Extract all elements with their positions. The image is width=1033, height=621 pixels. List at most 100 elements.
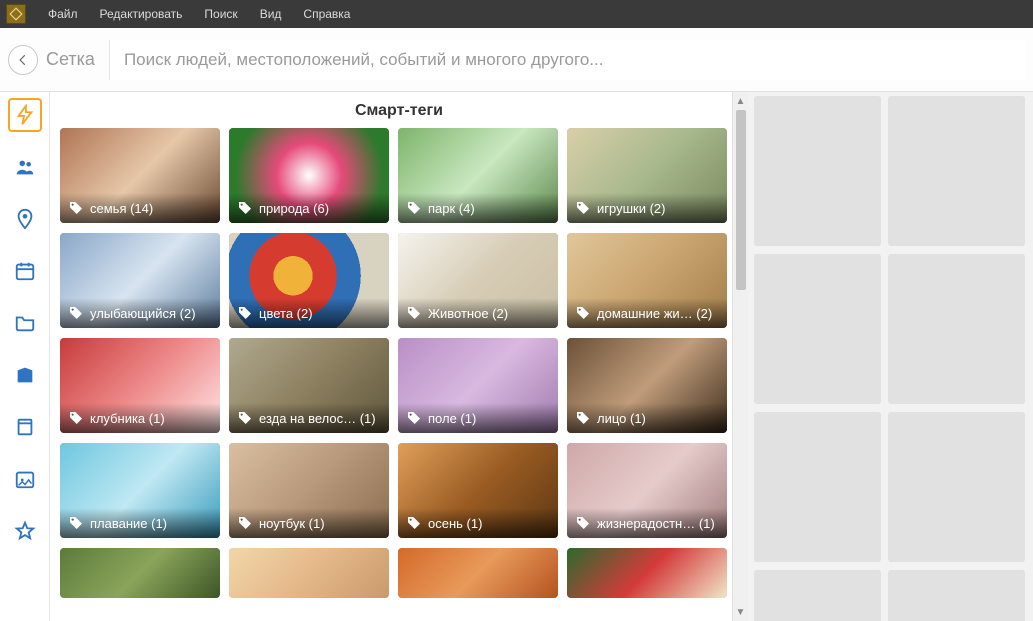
tag-icon xyxy=(237,305,253,321)
tag-icon xyxy=(237,410,253,426)
tag-overlay: лицо (1) xyxy=(567,403,727,433)
tag-icon xyxy=(575,410,591,426)
sidebar-item-people[interactable] xyxy=(8,150,42,184)
header: Сетка xyxy=(0,28,1033,92)
tag-card[interactable] xyxy=(567,548,727,598)
star-icon xyxy=(14,520,36,542)
tag-label: игрушки (2) xyxy=(597,201,665,216)
tag-card[interactable]: поле (1) xyxy=(398,338,558,433)
smart-tags-panel: Смарт-теги семья (14) природа (6) парк (4)… xyxy=(50,92,748,621)
menu-view[interactable]: Вид xyxy=(250,3,292,25)
sidebar-item-events[interactable] xyxy=(8,462,42,496)
bg-thumb xyxy=(888,96,1025,246)
tag-card[interactable]: природа (6) xyxy=(229,128,389,223)
app-logo-icon xyxy=(9,7,23,21)
bg-thumb xyxy=(754,570,881,621)
tag-card[interactable]: плавание (1) xyxy=(60,443,220,538)
tag-label: плавание (1) xyxy=(90,516,167,531)
menu-help[interactable]: Справка xyxy=(293,3,360,25)
scroll-thumb[interactable] xyxy=(736,110,746,290)
main: Смарт-теги семья (14) природа (6) парк (4)… xyxy=(0,92,1033,621)
tag-card[interactable]: Животное (2) xyxy=(398,233,558,328)
tag-icon xyxy=(406,200,422,216)
menu-bar: Файл Редактировать Поиск Вид Справка xyxy=(0,0,1033,28)
search-input[interactable] xyxy=(109,40,1025,80)
tag-overlay: поле (1) xyxy=(398,403,558,433)
tag-label: улыбающийся (2) xyxy=(90,306,196,321)
tag-overlay: природа (6) xyxy=(229,193,389,223)
tag-icon xyxy=(68,305,84,321)
tag-icon xyxy=(68,410,84,426)
bg-thumb xyxy=(754,412,881,562)
tag-card[interactable]: жизнерадостн… (1) xyxy=(567,443,727,538)
scrollbar[interactable]: ▲ ▼ xyxy=(732,92,748,621)
tag-label: езда на велос… (1) xyxy=(259,411,376,426)
menu-search[interactable]: Поиск xyxy=(194,3,247,25)
bg-thumb xyxy=(888,570,1025,621)
bg-thumb xyxy=(888,254,1025,404)
tag-icon xyxy=(575,305,591,321)
sidebar-item-albums[interactable] xyxy=(8,358,42,392)
tag-card[interactable] xyxy=(229,548,389,598)
tag-card[interactable]: домашние жи… (2) xyxy=(567,233,727,328)
album-icon xyxy=(14,364,36,386)
tag-overlay: семья (14) xyxy=(60,193,220,223)
tag-card[interactable]: клубника (1) xyxy=(60,338,220,433)
sidebar-item-keywords[interactable] xyxy=(8,410,42,444)
tag-overlay: осень (1) xyxy=(398,508,558,538)
tag-card[interactable]: ноутбук (1) xyxy=(229,443,389,538)
people-icon xyxy=(14,156,36,178)
scroll-down-arrow[interactable]: ▼ xyxy=(734,605,748,619)
bg-thumb xyxy=(754,96,881,246)
tag-card[interactable] xyxy=(60,548,220,598)
tag-icon xyxy=(68,515,84,531)
tag-card[interactable]: лицо (1) xyxy=(567,338,727,433)
sidebar-item-places[interactable] xyxy=(8,202,42,236)
tag-card[interactable]: парк (4) xyxy=(398,128,558,223)
tag-label: лицо (1) xyxy=(597,411,646,426)
tag-icon xyxy=(406,410,422,426)
scroll-up-arrow[interactable]: ▲ xyxy=(734,94,748,108)
tag-card[interactable]: игрушки (2) xyxy=(567,128,727,223)
sidebar-item-folders[interactable] xyxy=(8,306,42,340)
tag-thumbnail xyxy=(229,548,389,598)
folder-icon xyxy=(14,312,36,334)
menu-edit[interactable]: Редактировать xyxy=(90,3,193,25)
chevron-left-icon xyxy=(16,53,30,67)
tag-card[interactable]: езда на велос… (1) xyxy=(229,338,389,433)
sidebar-item-favorites[interactable] xyxy=(8,514,42,548)
tag-icon xyxy=(237,515,253,531)
tag-card[interactable]: цвета (2) xyxy=(229,233,389,328)
tag-thumbnail xyxy=(398,548,558,598)
tag-card[interactable]: осень (1) xyxy=(398,443,558,538)
tag-label: домашние жи… (2) xyxy=(597,306,712,321)
tag-label: Животное (2) xyxy=(428,306,508,321)
tag-overlay: клубника (1) xyxy=(60,403,220,433)
tag-overlay: парк (4) xyxy=(398,193,558,223)
tag-overlay: улыбающийся (2) xyxy=(60,298,220,328)
tag-icon xyxy=(237,200,253,216)
back-button[interactable] xyxy=(8,45,38,75)
sidebar xyxy=(0,92,50,621)
panel-title: Смарт-теги xyxy=(50,92,748,128)
tag-label: парк (4) xyxy=(428,201,475,216)
tag-card[interactable]: улыбающийся (2) xyxy=(60,233,220,328)
calendar-image-icon xyxy=(14,468,36,490)
tag-grid: семья (14) природа (6) парк (4) игрушки (2)… xyxy=(50,128,732,598)
lightning-icon xyxy=(14,104,36,126)
tag-overlay: игрушки (2) xyxy=(567,193,727,223)
tag-label: цвета (2) xyxy=(259,306,313,321)
calendar-icon xyxy=(14,260,36,282)
tag-overlay: жизнерадостн… (1) xyxy=(567,508,727,538)
sidebar-item-smart-tags[interactable] xyxy=(8,98,42,132)
bg-thumb xyxy=(888,412,1025,562)
tag-label: клубника (1) xyxy=(90,411,165,426)
sidebar-item-date[interactable] xyxy=(8,254,42,288)
tag-card[interactable]: семья (14) xyxy=(60,128,220,223)
tag-overlay: ноутбук (1) xyxy=(229,508,389,538)
tag-card[interactable] xyxy=(398,548,558,598)
tag-icon xyxy=(68,200,84,216)
menu-file[interactable]: Файл xyxy=(38,3,88,25)
tag-overlay: езда на велос… (1) xyxy=(229,403,389,433)
tag-overlay: домашние жи… (2) xyxy=(567,298,727,328)
